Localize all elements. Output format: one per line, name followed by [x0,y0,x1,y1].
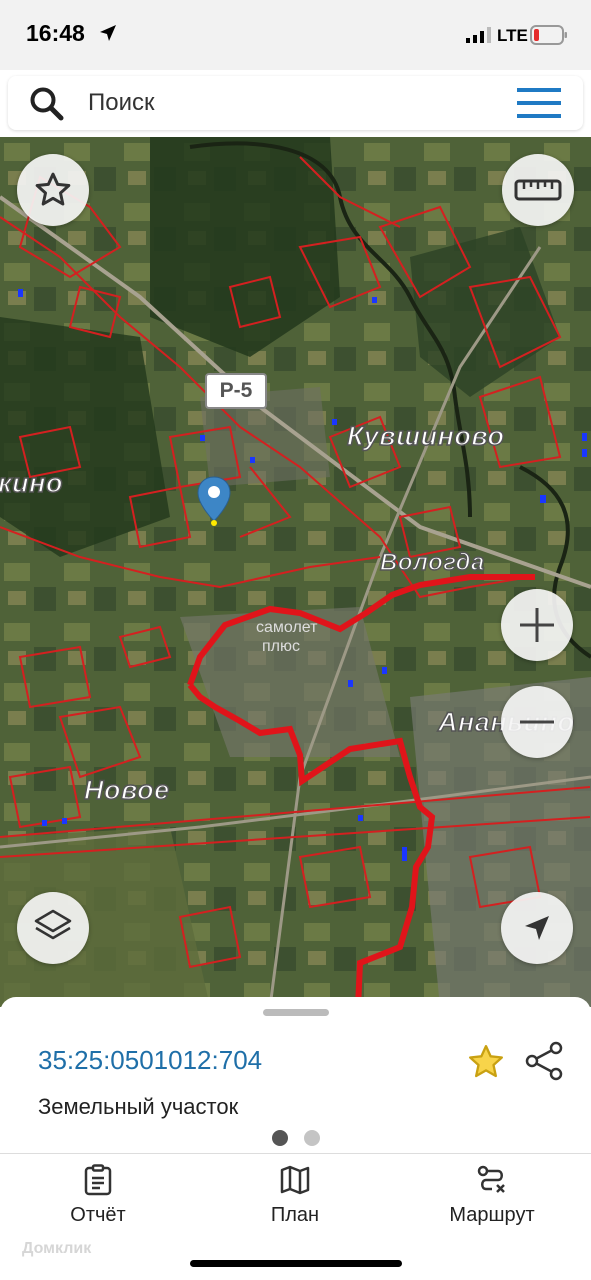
favorites-button[interactable] [17,154,89,226]
map-label-kuvshinovo: Кувшиново [346,420,505,452]
map-label-samolet: самолет [256,619,318,636]
signal-icon [466,27,491,43]
zoom-out-button[interactable] [501,686,573,758]
map-label-novoe: Новое [83,774,170,806]
home-indicator[interactable] [190,1260,402,1267]
status-time: 16:48 [26,20,85,46]
ruler-button[interactable] [502,154,574,226]
tab-route-label: Маршрут [449,1204,535,1226]
search-input[interactable]: Поиск [88,89,155,117]
zoom-in-button[interactable] [501,589,573,661]
battery-icon [530,25,567,45]
search-icon [30,87,64,121]
ruler-icon [514,179,562,201]
tab-route[interactable]: Маршрут [440,1164,544,1227]
map-imagery [0,137,591,1007]
sheet-grabber[interactable] [263,1009,329,1016]
tab-plan-label: План [270,1204,320,1226]
favorite-star-icon[interactable] [466,1042,506,1082]
map-label-kino: кино [0,467,63,499]
menu-icon[interactable] [517,88,561,118]
report-icon [84,1164,112,1196]
layers-icon [34,909,72,940]
plus-icon [520,608,554,642]
status-bar: 16:48 LTE [0,0,591,70]
location-arrow-icon [100,25,116,41]
my-location-button[interactable] [501,892,573,964]
map-plan-icon [280,1165,310,1195]
minus-icon [520,720,554,724]
star-outline-icon [35,172,71,206]
search-bar[interactable]: Поиск [8,76,583,130]
map-label-vologda: Вологда [379,548,485,577]
tab-report[interactable]: Отчёт [62,1164,134,1227]
tab-report-label: Отчёт [70,1204,126,1226]
road-shield-label: Р-5 [205,373,267,409]
map-label-plus: плюс [262,638,300,655]
parcel-info-sheet[interactable]: 35:25:0501012:704 Земельный участок [0,997,591,1157]
watermark-logo: Домклик [22,1240,92,1257]
satellite-map[interactable]: Р-5 Кувшиново кино Вологда Новое Ананьин… [0,137,591,1007]
page-indicator [272,1130,320,1146]
page-dot-active[interactable] [272,1130,288,1146]
tab-plan[interactable]: План [260,1164,330,1227]
cadastral-number[interactable]: 35:25:0501012:704 [38,1045,262,1076]
route-icon [477,1165,505,1193]
network-type: LTE [497,26,528,45]
parcel-type: Земельный участок [38,1094,239,1119]
layers-button[interactable] [17,892,89,964]
page-dot[interactable] [304,1130,320,1146]
share-icon[interactable] [524,1040,566,1082]
navigation-arrow-icon [525,916,549,940]
location-pin-icon[interactable] [196,475,232,527]
